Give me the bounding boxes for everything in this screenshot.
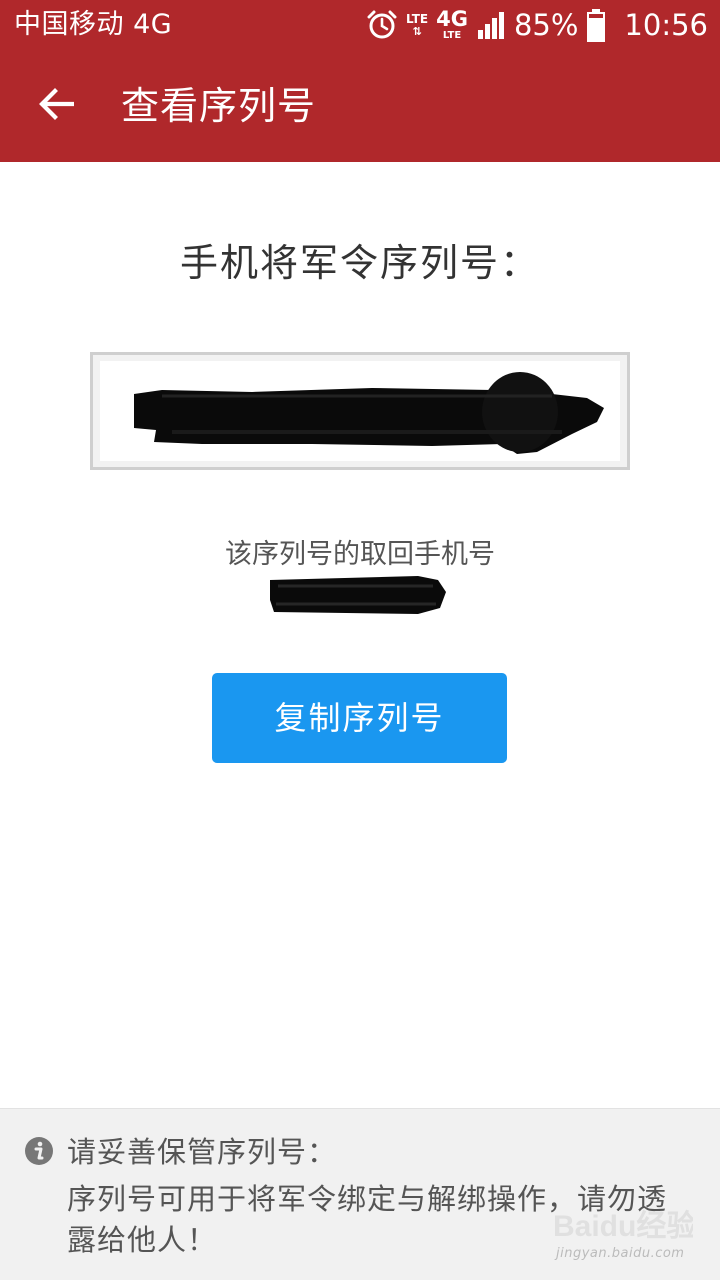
recovery-phone-label: 该序列号的取回手机号 bbox=[225, 539, 495, 570]
toolbar: 查看序列号 bbox=[0, 50, 720, 162]
back-arrow-icon bbox=[38, 88, 75, 124]
4g-label: 4G bbox=[436, 7, 468, 31]
status-bar: 中国移动 4G LTE ⇅ 4G LTE 85% 10:56 bbox=[0, 0, 720, 50]
copy-serial-button[interactable]: 复制序列号 bbox=[212, 673, 507, 763]
baidu-watermark: Baidu经验 bbox=[553, 1204, 696, 1250]
serial-redaction bbox=[132, 372, 607, 461]
carrier-label: 中国移动 4G bbox=[14, 9, 173, 40]
info-icon bbox=[24, 1136, 54, 1170]
4g-sub-label: LTE bbox=[442, 30, 462, 41]
alarm-icon bbox=[366, 9, 398, 41]
clock: 10:56 bbox=[624, 8, 708, 42]
serial-heading: 手机将军令序列号： bbox=[179, 241, 540, 285]
page: 中国移动 4G LTE ⇅ 4G LTE 85% 10:56 查看序列号 手机将… bbox=[0, 0, 720, 1280]
status-indicators: LTE ⇅ 4G LTE 85% 10:56 bbox=[366, 6, 708, 44]
signal-icon bbox=[476, 10, 506, 40]
battery-percent: 85% bbox=[513, 8, 579, 42]
4g-indicator: 4G LTE bbox=[436, 7, 468, 42]
page-title: 查看序列号 bbox=[121, 84, 317, 128]
watermark-url: jingyan.baidu.com bbox=[556, 1246, 685, 1261]
lte-indicator: LTE ⇅ bbox=[406, 12, 429, 38]
back-button[interactable] bbox=[26, 77, 86, 135]
notice-title: 请妥善保管序列号： bbox=[67, 1135, 338, 1169]
phone-redaction bbox=[268, 574, 448, 620]
battery-icon bbox=[586, 8, 606, 42]
watermark-brand: Baidu经验 bbox=[553, 1209, 693, 1243]
